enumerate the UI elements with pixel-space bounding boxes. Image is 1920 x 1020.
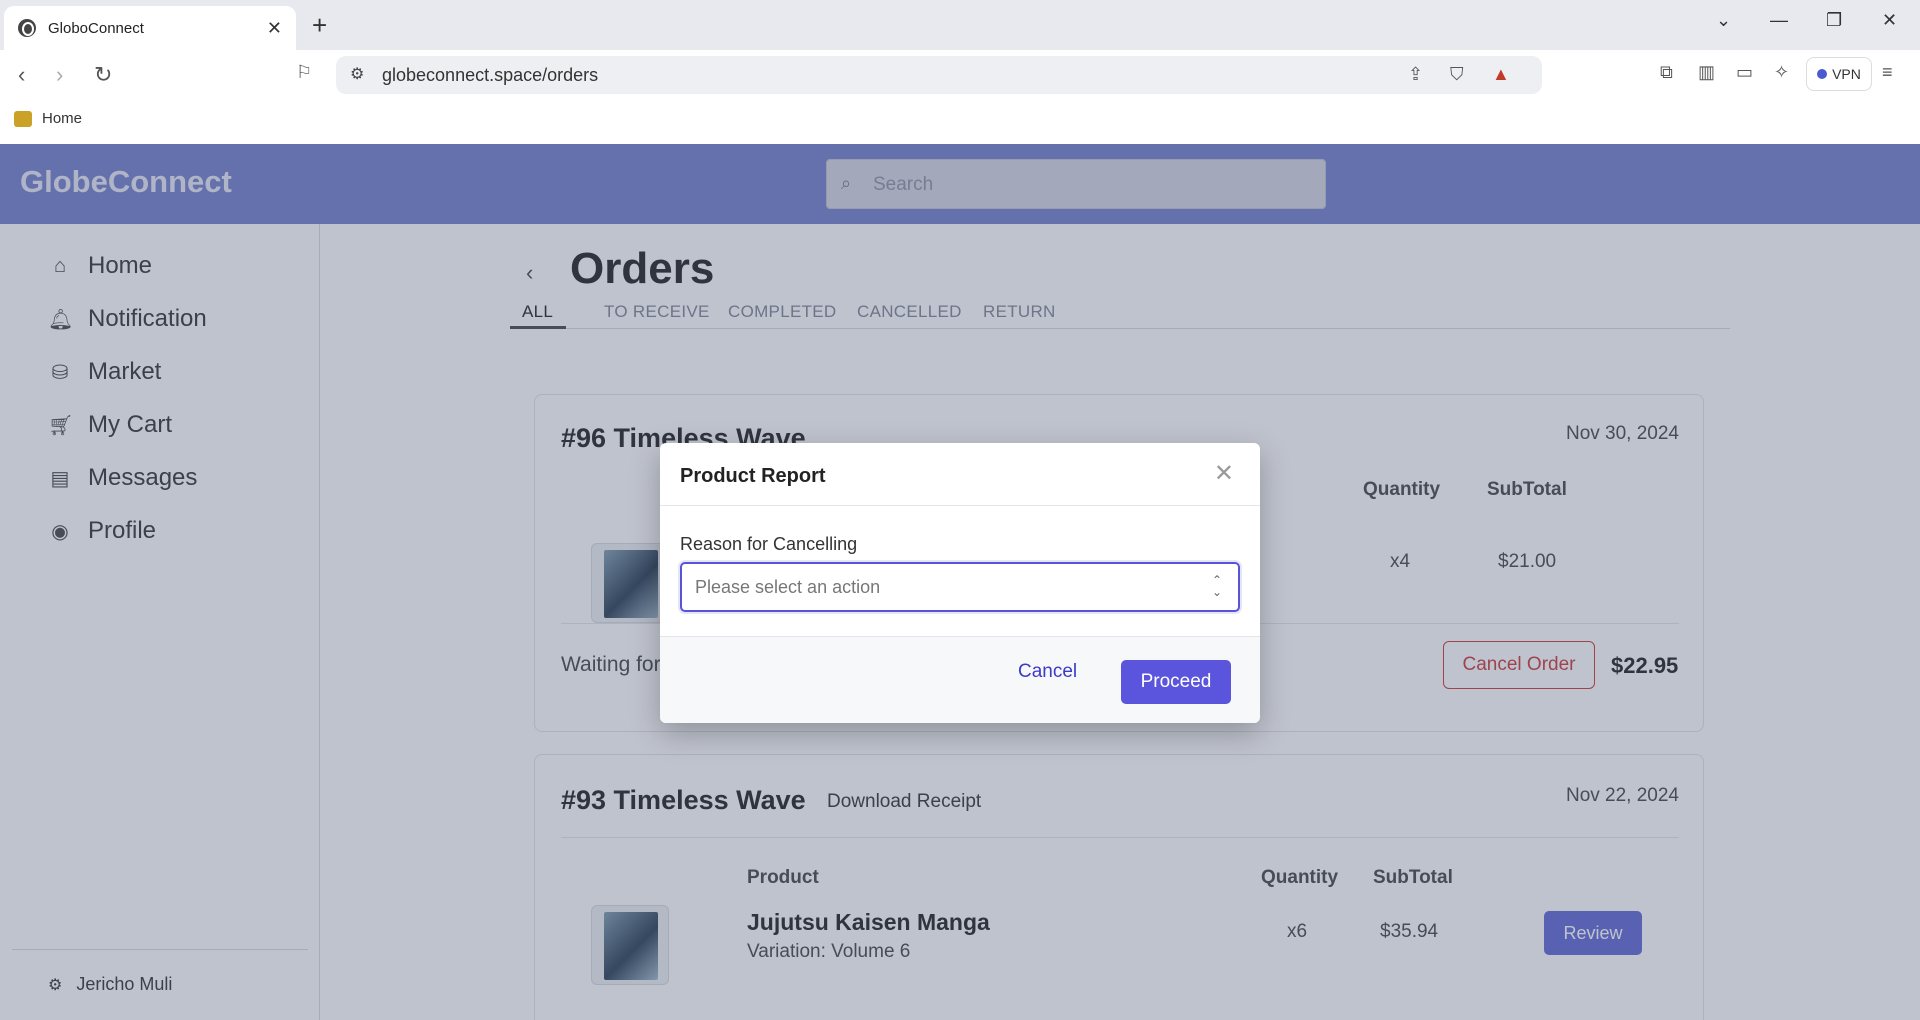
restore-icon[interactable]: ❐ <box>1826 10 1842 31</box>
share-icon[interactable]: ⇪ <box>1408 64 1423 85</box>
reason-select[interactable]: Please select an action ⌃ ⌄ <box>680 562 1240 612</box>
modal-title: Product Report <box>680 465 826 487</box>
address-bar[interactable]: ⚙ globeconnect.space/orders ⇪ ⛉ ▲ <box>336 56 1542 94</box>
vpn-button[interactable]: VPN <box>1806 57 1872 91</box>
browser-tab[interactable]: GloboConnect ✕ <box>4 6 296 50</box>
bookmark-home-label: Home <box>42 110 83 127</box>
extensions-icon[interactable]: ⧉ <box>1660 62 1673 83</box>
bookmarks-bar: Home <box>0 100 1920 144</box>
modal-footer: Cancel Proceed <box>660 636 1260 723</box>
close-icon[interactable]: ✕ <box>1214 459 1234 488</box>
product-report-modal: Product Report ✕ Reason for Cancelling P… <box>660 443 1260 723</box>
rewards-icon[interactable]: ▲ <box>1492 64 1510 85</box>
browser-tab-title: GloboConnect <box>48 19 144 37</box>
bookmark-folder-icon <box>14 110 32 127</box>
reason-label: Reason for Cancelling <box>680 534 858 554</box>
globe-icon <box>18 19 36 37</box>
modal-header: Product Report ✕ <box>660 443 1260 506</box>
browser-toolbar: ‹ › ↻ ⚐ ⚙ globeconnect.space/orders ⇪ ⛉ … <box>0 50 1920 100</box>
site-info-icon[interactable]: ⚙ <box>350 64 364 84</box>
url-text: globeconnect.space/orders <box>382 65 599 85</box>
forward-icon[interactable]: › <box>56 62 63 88</box>
tab-search-icon[interactable]: ⌄ <box>1716 10 1731 31</box>
wallet-icon[interactable]: ▭ <box>1736 62 1753 83</box>
shield-icon[interactable]: ⛉ <box>1450 64 1464 85</box>
proceed-button[interactable]: Proceed <box>1121 660 1231 704</box>
new-tab-icon[interactable]: + <box>312 10 327 41</box>
chevron-up-down-icon: ⌃ ⌄ <box>1211 573 1222 599</box>
select-placeholder: Please select an action <box>695 577 881 597</box>
sidebar-toggle-icon[interactable]: ▥ <box>1698 62 1715 83</box>
ai-icon[interactable]: ✧ <box>1774 62 1789 83</box>
back-icon[interactable]: ‹ <box>18 62 25 88</box>
cancel-button[interactable]: Cancel <box>1018 661 1077 683</box>
close-tab-icon[interactable]: ✕ <box>267 18 282 39</box>
vpn-label: VPN <box>1832 66 1861 82</box>
browser-tab-strip: GloboConnect ✕ + ⌄ — ❐ ✕ <box>0 0 1920 50</box>
reload-icon[interactable]: ↻ <box>94 62 112 88</box>
vpn-status-icon <box>1817 69 1828 79</box>
close-window-icon[interactable]: ✕ <box>1882 10 1897 31</box>
minimize-icon[interactable]: — <box>1770 10 1788 31</box>
bookmark-home[interactable]: Home <box>14 110 82 127</box>
bookmark-icon[interactable]: ⚐ <box>296 62 312 83</box>
menu-icon[interactable]: ≡ <box>1882 62 1893 83</box>
